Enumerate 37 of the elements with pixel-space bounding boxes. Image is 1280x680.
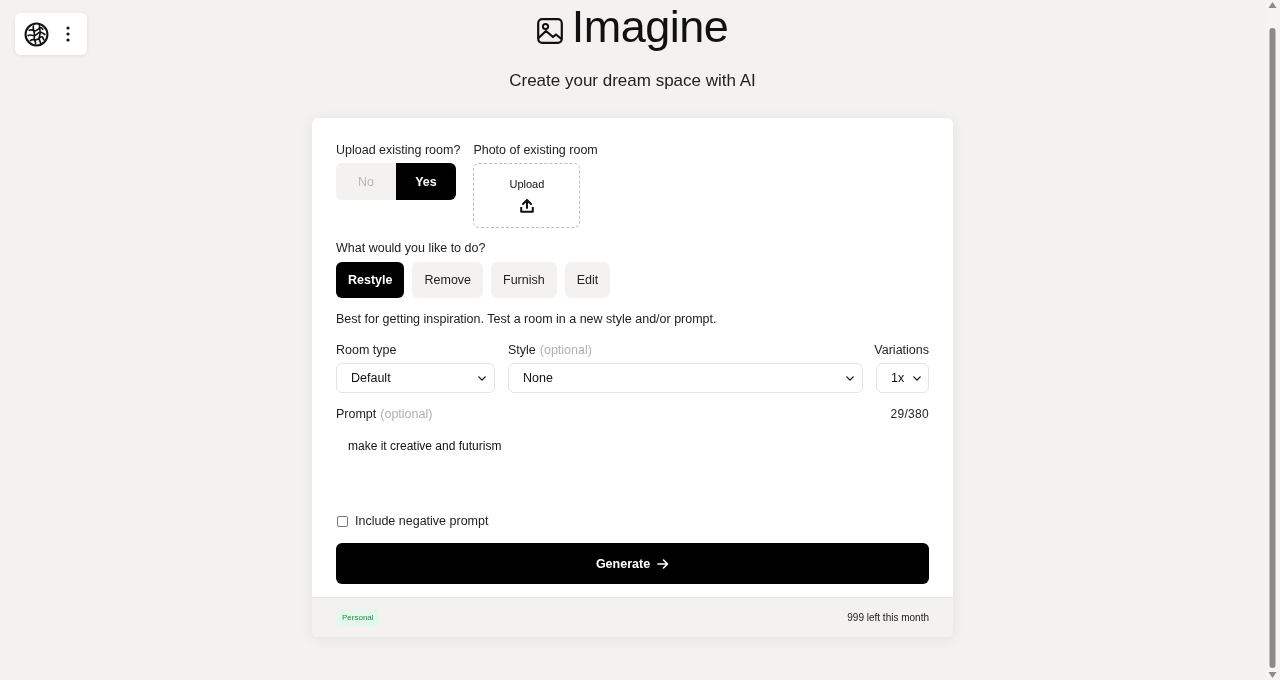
- logo-icon[interactable]: [24, 21, 49, 47]
- select-field[interactable]: None: [508, 363, 863, 393]
- checkbox[interactable]: [337, 515, 348, 527]
- checkbox-label: Include negative prompt: [355, 513, 489, 529]
- action-tab[interactable]: Remove: [412, 262, 484, 298]
- action-tab[interactable]: Furnish: [491, 262, 557, 298]
- field-label: Upload existing room?: [336, 142, 461, 158]
- field-label: Prompt: [336, 406, 377, 422]
- field-label: Variations: [874, 342, 929, 358]
- select-field[interactable]: 1x: [876, 363, 929, 393]
- image-icon: [536, 18, 563, 44]
- chevron-down-icon: [846, 375, 854, 381]
- field-label: Room type: [336, 342, 397, 358]
- optional-hint: (optional): [539, 342, 592, 358]
- upload-icon: [519, 199, 534, 213]
- select-field[interactable]: Default: [336, 363, 495, 393]
- field-label: What would you like to do?: [336, 240, 487, 256]
- plan-badge: Personal: [337, 609, 379, 626]
- usage-text: 999 left this month: [847, 612, 929, 623]
- action-tab[interactable]: Restyle: [336, 262, 405, 298]
- chevron-down-icon: [478, 375, 486, 381]
- action-tab[interactable]: Edit: [564, 262, 611, 298]
- upload-dropzone[interactable]: Upload: [473, 163, 581, 228]
- prompt-field[interactable]: make it creative and futurism: [336, 428, 929, 505]
- toggle-option[interactable]: Yes: [396, 163, 456, 200]
- scrollbar[interactable]: [1265, 0, 1280, 680]
- field-label: Style: [508, 342, 536, 358]
- page-subtitle: Create your dream space with AI: [509, 70, 756, 92]
- character-counter: 29/380: [890, 406, 929, 422]
- arrow-right-icon: [657, 557, 670, 570]
- page-title: Imagine: [571, 4, 729, 50]
- generate-button[interactable]: Generate: [336, 543, 929, 584]
- description-text: Best for getting inspiration. Test a room in a new style and/or prompt.: [336, 311, 718, 327]
- field-label: Photo of existing room: [473, 142, 598, 158]
- chevron-down-icon: [913, 375, 921, 381]
- optional-hint: (optional): [380, 406, 433, 422]
- more-options-icon[interactable]: [66, 26, 70, 42]
